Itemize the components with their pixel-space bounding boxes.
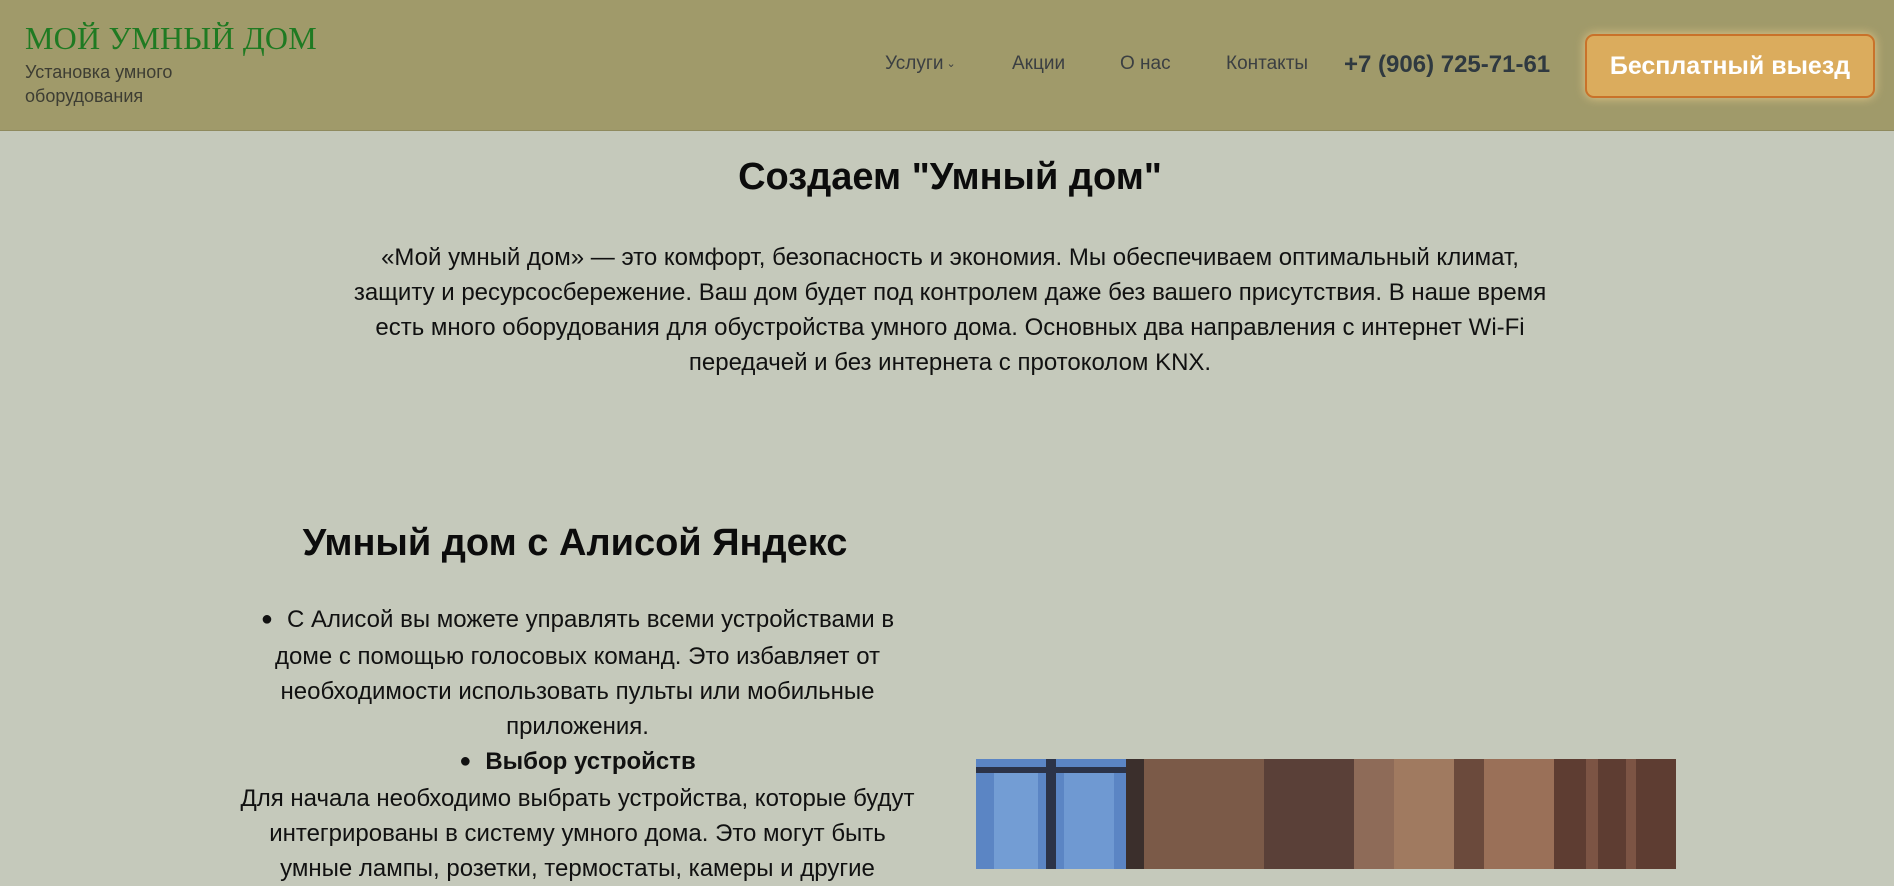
nav-item-services-label: Услуги: [885, 53, 944, 74]
list-item: ● Выбор устройств: [235, 744, 920, 781]
smart-home-photo: [976, 759, 1676, 869]
chevron-down-icon: ⌄: [946, 58, 956, 70]
list-item-text: С Алисой вы можете управлять всеми устро…: [274, 606, 895, 740]
nav-item-actions[interactable]: Акции: [1012, 53, 1065, 75]
hero-description: «Мой умный дом» — это комфорт, безопасно…: [353, 244, 1547, 376]
bullet-icon: ●: [260, 608, 273, 630]
hero-title: Создаем "Умный дом": [738, 156, 1162, 198]
list-item-text-block: Для начала необходимо выбрать устройства…: [240, 785, 915, 882]
site-header: МОЙ УМНЫЙ ДОМ Установка умного оборудова…: [0, 0, 1894, 131]
logo-subtitle: Установка умного оборудования: [25, 62, 173, 106]
logo-title[interactable]: МОЙ УМНЫЙ ДОМ: [25, 20, 317, 57]
free-visit-button[interactable]: Бесплатный выезд: [1585, 34, 1875, 98]
nav-item-about[interactable]: О нас: [1120, 53, 1171, 75]
bullet-icon: ●: [459, 750, 472, 772]
list-item-heading: Выбор устройств: [485, 748, 696, 775]
phone-link[interactable]: +7 (906) 725-71-61: [1344, 51, 1550, 79]
window-illustration: [976, 759, 1676, 869]
nav-item-contacts[interactable]: Контакты: [1226, 53, 1308, 75]
alice-section-title: Умный дом с Алисой Яндекс: [302, 522, 848, 564]
list-item: ● С Алисой вы можете управлять всеми устр…: [235, 602, 920, 744]
alice-feature-list: ● С Алисой вы можете управлять всеми устр…: [235, 602, 920, 886]
nav-item-services[interactable]: Услуги ⌄: [885, 53, 956, 75]
